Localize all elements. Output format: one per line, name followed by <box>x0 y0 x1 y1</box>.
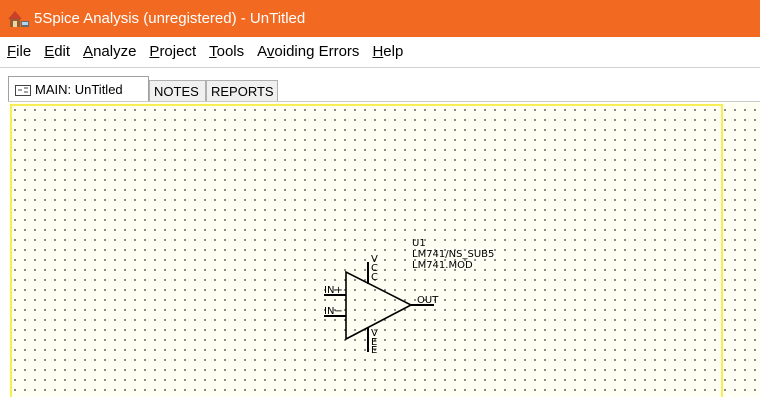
pin-vcc-sub2-label: C <box>371 272 378 283</box>
pin-in-plus-label: IN+ <box>324 285 343 296</box>
component-file: LM741.MOD <box>412 260 473 271</box>
pin-in-minus-label: IN− <box>324 306 343 317</box>
component-model: LM741/NS_SUB5 <box>412 249 494 260</box>
pin-vee-sub2-label: E <box>371 345 377 356</box>
component-ref: U1 <box>412 238 426 249</box>
schematic-drawing: IN+ IN− OUT V C C V E E U1 LM741/NS_SUB5… <box>324 238 494 356</box>
pin-out-label: OUT <box>417 295 439 306</box>
